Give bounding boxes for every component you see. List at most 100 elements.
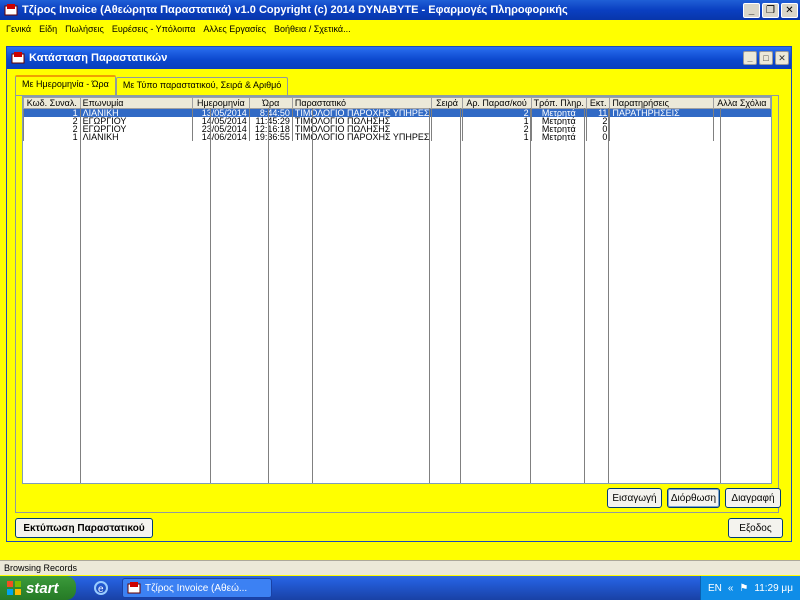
- documents-window-title-bar: Κατάσταση Παραστατικών _ □ ✕: [7, 47, 791, 69]
- cell-prints: 0: [585, 125, 610, 133]
- cell-other-comments: [712, 117, 771, 125]
- documents-table: Κωδ. Συναλ. Επωνυμία Ημερομηνία Ώρα Παρα…: [23, 97, 771, 141]
- cell-name: ΛΙΑΝΙΚΗ: [79, 133, 193, 141]
- tab-by-type-series-number[interactable]: Με Τύπο παραστατικού, Σειρά & Αριθμό: [115, 77, 289, 95]
- insert-button[interactable]: Εισαγωγή: [607, 488, 662, 508]
- cell-other-comments: [712, 133, 771, 141]
- cell-name: ΛΙΑΝΙΚΗ: [79, 108, 193, 117]
- window-icon: [11, 52, 25, 64]
- column-header-prints[interactable]: Εκτ.: [585, 97, 611, 109]
- menu-general[interactable]: Γενικά: [2, 24, 35, 34]
- tab-by-date-time[interactable]: Με Ημερομηνία - Ώρα: [15, 75, 116, 95]
- column-header-doc-number[interactable]: Αρ. Παρασ/κού: [461, 97, 532, 109]
- menu-help-about[interactable]: Βοήθεια / Σχετικά...: [270, 24, 355, 34]
- cell-series: [431, 125, 463, 133]
- taskbar-app-icon: [127, 582, 141, 594]
- clock: 11:29 μμ: [754, 582, 793, 594]
- tray-expand-icon[interactable]: «: [728, 583, 734, 594]
- cell-time: 12:16:18: [248, 125, 293, 133]
- start-button[interactable]: start: [0, 576, 76, 600]
- menu-items[interactable]: Είδη: [35, 24, 61, 34]
- taskbar: start e Τζίρος Invoice (Αθεώ... EN « ⚑ 1…: [0, 576, 800, 600]
- cell-payment: Μετρητά: [530, 133, 587, 141]
- cell-document: ΤΙΜΟΛΟΓΙΟ ΠΩΛΗΣΗΣ: [291, 125, 432, 133]
- cell-date: 14/05/2014: [191, 117, 250, 125]
- table-row[interactable]: 2 ΕΓΩΡΓΙΟΥ 14/05/2014 11:45:29 ΤΙΜΟΛΟΓΙΟ…: [23, 117, 771, 125]
- cell-code: 2: [23, 117, 81, 125]
- quick-launch: e: [86, 580, 116, 596]
- exit-button[interactable]: Εξοδος: [728, 518, 783, 538]
- cell-doc-number: 1: [461, 133, 532, 141]
- column-header-payment[interactable]: Τρόπ. Πληρ.: [530, 97, 587, 109]
- app-title-bar: Τζίρος Invoice (Αθεώρητα Παραστατικά) v1…: [0, 0, 800, 20]
- window-close-button[interactable]: ✕: [775, 51, 789, 65]
- cell-prints: 2: [585, 117, 610, 125]
- delete-button[interactable]: Διαγραφή: [725, 488, 781, 508]
- cell-name: ΕΓΩΡΓΙΟΥ: [79, 117, 193, 125]
- column-header-remarks[interactable]: Παρατηρήσεις: [609, 97, 714, 109]
- cell-name: ΕΓΩΡΓΙΟΥ: [79, 125, 193, 133]
- cell-payment: Μετρητά: [530, 117, 587, 125]
- close-button[interactable]: ✕: [781, 2, 798, 18]
- cell-doc-number: 2: [461, 108, 532, 117]
- cell-prints: 11: [585, 108, 610, 117]
- cell-document: ΤΙΜΟΛΟΓΙΟ ΠΩΛΗΣΗΣ: [291, 117, 432, 125]
- cell-time: 19:36:55: [248, 133, 293, 141]
- cell-time: 8:44:50: [248, 108, 293, 117]
- column-header-time[interactable]: Ώρα: [248, 97, 293, 109]
- table-header-row: Κωδ. Συναλ. Επωνυμία Ημερομηνία Ώρα Παρα…: [23, 97, 771, 109]
- column-header-code[interactable]: Κωδ. Συναλ.: [23, 97, 81, 109]
- tab-strip: Με Ημερομηνία - Ώρα Με Τύπο παραστατικού…: [15, 75, 289, 95]
- restore-button[interactable]: ❐: [762, 2, 779, 18]
- window-minimize-button[interactable]: _: [743, 51, 757, 65]
- window-title: Κατάσταση Παραστατικών: [29, 52, 168, 64]
- column-header-name[interactable]: Επωνυμία: [79, 97, 193, 109]
- status-bar: Browsing Records: [0, 560, 800, 575]
- svg-text:e: e: [98, 584, 104, 595]
- window-maximize-button[interactable]: □: [759, 51, 773, 65]
- cell-code: 1: [23, 108, 81, 117]
- cell-doc-number: 1: [461, 117, 532, 125]
- menu-other-tasks[interactable]: Αλλες Εργασίες: [199, 24, 270, 34]
- taskbar-app-button[interactable]: Τζίρος Invoice (Αθεώ...: [122, 578, 272, 598]
- tray-device-icon[interactable]: ⚑: [739, 583, 748, 594]
- cell-document: ΤΙΜΟΛΟΓΙΟ ΠΑΡΟΧΗΣ ΥΠΗΡΕΣ: [291, 108, 432, 117]
- column-header-document[interactable]: Παραστατικό: [291, 97, 433, 109]
- menu-sales[interactable]: Πωλήσεις: [61, 24, 108, 34]
- column-header-date[interactable]: Ημερομηνία: [191, 97, 250, 109]
- cell-code: 2: [23, 125, 81, 133]
- cell-series: [431, 133, 463, 141]
- column-header-other-comments[interactable]: Αλλα Σχόλια: [712, 97, 771, 109]
- menu-bar: Γενικά Είδη Πωλήσεις Ευρέσεις - Υπόλοιπα…: [0, 20, 800, 37]
- cell-remarks: [609, 125, 714, 133]
- taskbar-app-label: Τζίρος Invoice (Αθεώ...: [145, 582, 248, 594]
- cell-remarks: ΠΑΡΑΤΗΡΗΣΕΙΣ: [609, 108, 714, 117]
- cell-prints: 0: [585, 133, 610, 141]
- edit-button[interactable]: Διόρθωση: [667, 488, 720, 508]
- cell-series: [431, 117, 463, 125]
- table-row[interactable]: 1 ΛΙΑΝΙΚΗ 13/05/2014 8:44:50 ΤΙΜΟΛΟΓΙΟ Π…: [23, 108, 771, 117]
- windows-flag-icon: [7, 581, 21, 595]
- cell-payment: Μετρητά: [530, 108, 587, 117]
- cell-doc-number: 2: [461, 125, 532, 133]
- cell-remarks: [609, 133, 714, 141]
- documents-grid[interactable]: Κωδ. Συναλ. Επωνυμία Ημερομηνία Ώρα Παρα…: [22, 96, 772, 484]
- cell-remarks: [609, 117, 714, 125]
- cell-date: 14/06/2014: [191, 133, 250, 141]
- table-row[interactable]: 2 ΕΓΩΡΓΙΟΥ 23/05/2014 12:16:18 ΤΙΜΟΛΟΓΙΟ…: [23, 125, 771, 133]
- cell-code: 1: [23, 133, 81, 141]
- app-title: Τζίρος Invoice (Αθεώρητα Παραστατικά) v1…: [22, 4, 568, 16]
- cell-date: 23/05/2014: [191, 125, 250, 133]
- cell-other-comments: [712, 125, 771, 133]
- language-indicator[interactable]: EN: [708, 583, 722, 594]
- menu-search-balances[interactable]: Ευρέσεις - Υπόλοιπα: [108, 24, 200, 34]
- print-document-button[interactable]: Εκτύπωση Παραστατικού: [15, 518, 153, 538]
- table-row[interactable]: 1 ΛΙΑΝΙΚΗ 14/06/2014 19:36:55 ΤΙΜΟΛΟΓΙΟ …: [23, 133, 771, 141]
- minimize-button[interactable]: _: [743, 2, 760, 18]
- documents-window: Κατάσταση Παραστατικών _ □ ✕ Με Ημερομην…: [6, 46, 792, 542]
- column-header-series[interactable]: Σειρά: [431, 97, 463, 109]
- cell-document: ΤΙΜΟΛΟΓΙΟ ΠΑΡΟΧΗΣ ΥΠΗΡΕΣ: [291, 133, 432, 141]
- cell-other-comments: [712, 108, 771, 117]
- cell-time: 11:45:29: [248, 117, 293, 125]
- internet-explorer-icon[interactable]: e: [93, 580, 109, 596]
